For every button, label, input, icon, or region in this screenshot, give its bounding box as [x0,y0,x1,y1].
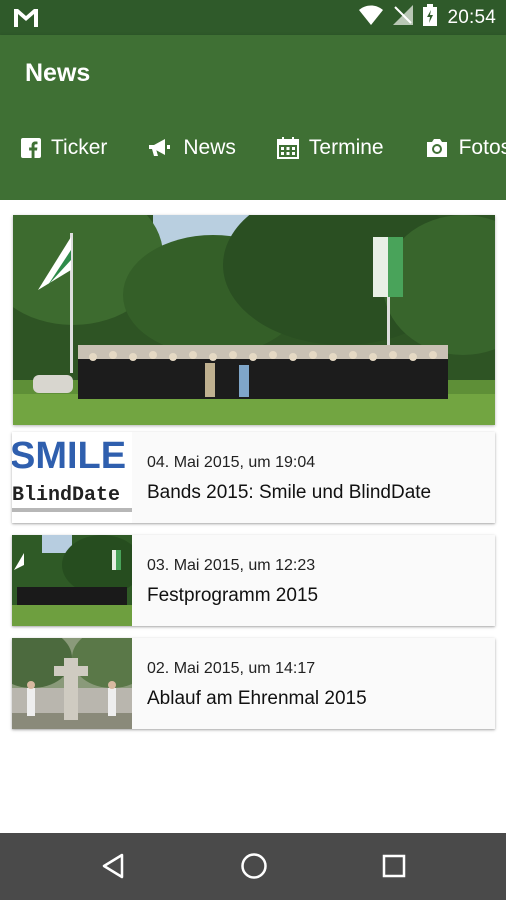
news-title: Bands 2015: Smile und BlindDate [147,482,432,503]
news-date: 03. Mai 2015, um 12:23 [147,557,316,574]
tab-label: Ticker [51,136,108,159]
tab-bar: Ticker News Termine Fotos [0,117,506,179]
smile-logo-text: SMILE [12,435,126,477]
tab-label: Fotos [458,136,506,159]
back-icon[interactable] [101,853,125,884]
news-title: Ablauf am Ehrenmal 2015 [147,688,367,709]
home-icon[interactable] [240,852,268,885]
news-date: 04. Mai 2015, um 19:04 [147,454,316,471]
wifi-icon [359,5,384,30]
tab-label: Termine [308,136,384,159]
camera-icon [425,138,449,158]
news-title: Festprogramm 2015 [147,585,319,606]
tab-termine[interactable]: Termine [276,136,384,160]
tab-label: News [183,136,236,159]
tab-news[interactable]: News [149,136,236,160]
news-thumbnail [12,638,132,729]
news-list: SMILE BlindDate 04. Mai 2015, um 19:04 B… [0,200,506,832]
page-title: News [25,59,91,87]
gmail-icon [14,9,38,32]
news-card[interactable]: 03. Mai 2015, um 12:23 Festprogramm 2015 [12,535,495,626]
recents-icon[interactable] [382,854,406,883]
tab-ticker[interactable]: Ticker [21,136,107,160]
status-bar: 20:54 [0,0,506,35]
app-bar: News Ticker News Termine Fotos [0,35,506,200]
hero-image[interactable] [13,215,495,425]
battery-charging-icon [423,4,438,31]
news-thumbnail [12,535,132,626]
megaphone-icon [149,138,173,158]
tab-fotos[interactable]: Fotos [425,136,506,160]
clock-time: 20:54 [447,6,496,28]
facebook-icon [21,138,41,158]
no-signal-icon [393,5,414,30]
news-card[interactable]: 02. Mai 2015, um 14:17 Ablauf am Ehrenma… [12,638,495,729]
news-card[interactable]: SMILE BlindDate 04. Mai 2015, um 19:04 B… [12,432,495,523]
blinddate-logo-text: BlindDate [12,484,120,507]
news-date: 02. Mai 2015, um 14:17 [147,660,316,677]
calendar-icon [276,137,299,159]
system-nav-bar [0,833,506,900]
news-thumbnail: SMILE BlindDate [12,432,132,523]
